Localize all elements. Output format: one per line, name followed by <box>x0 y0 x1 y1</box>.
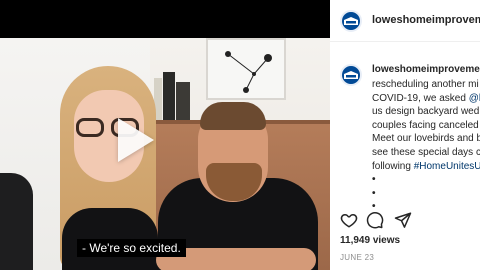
video-caption: - We're so excited. <box>77 239 186 257</box>
caption-line: following #HomeUnitesU <box>372 160 480 172</box>
video-player[interactable]: - We're so excited. <box>0 0 330 270</box>
caption-bullet: • <box>372 187 376 199</box>
account-username[interactable]: loweshomeimprovemen <box>372 14 480 26</box>
mention-link[interactable]: @b <box>469 93 480 104</box>
view-count[interactable]: 11,949 views <box>340 235 400 246</box>
post-caption-text: rescheduling another mi COVID-19, we ask… <box>372 78 480 214</box>
caption-line: Meet our lovebirds and b <box>372 133 480 145</box>
play-icon[interactable] <box>118 118 154 162</box>
lowes-logo-icon[interactable] <box>340 10 362 32</box>
post-username[interactable]: loweshomeimprovemen <box>372 64 480 75</box>
lowes-logo-icon[interactable] <box>340 64 362 86</box>
post-header: loweshomeimprovemen <box>330 0 480 42</box>
bookshelf <box>154 72 194 120</box>
wall-art <box>206 38 286 100</box>
share-icon[interactable] <box>394 211 412 229</box>
video-frame[interactable] <box>0 38 330 270</box>
caption-line: rescheduling another mi <box>372 79 479 90</box>
post-actions <box>340 211 460 231</box>
post-panel: loweshomeimprovemen loweshomeimprovemen … <box>330 0 480 270</box>
caption-line: couples facing canceled <box>372 119 479 131</box>
hashtag-link[interactable]: #HomeUnitesU <box>414 161 480 172</box>
caption-bullet: • <box>372 174 376 186</box>
heart-icon[interactable] <box>340 211 358 229</box>
comment-icon[interactable] <box>366 211 384 229</box>
man-hair <box>200 102 266 130</box>
post-caption: loweshomeimprovemen rescheduling another… <box>330 54 480 230</box>
post-date: JUNE 23 <box>340 253 375 262</box>
person-left <box>0 173 33 270</box>
caption-line: see these special days c <box>372 146 480 158</box>
caption-line: us design backyard wed <box>372 106 480 118</box>
caption-line: COVID-19, we asked @b <box>372 92 480 106</box>
